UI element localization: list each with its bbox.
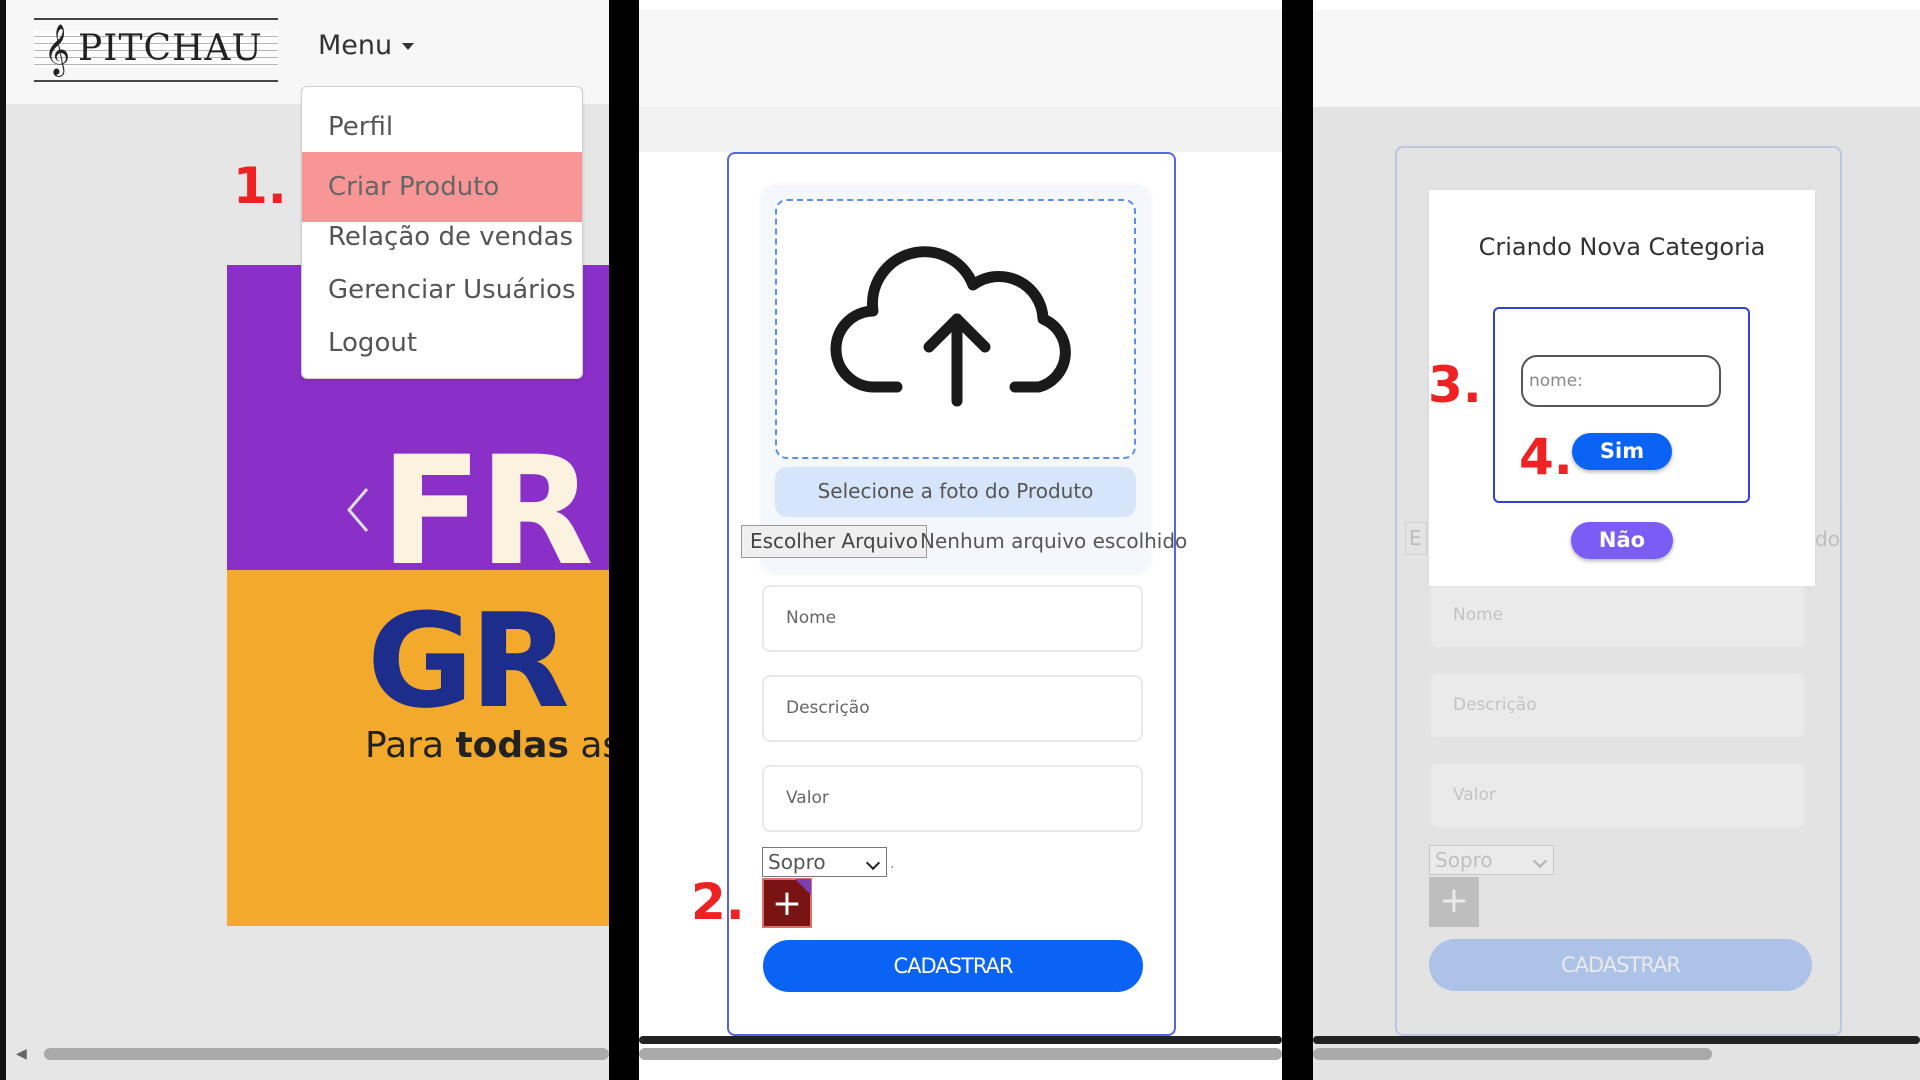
menu-label: Menu xyxy=(318,30,393,61)
menu-item-perfil[interactable]: Perfil xyxy=(302,101,582,154)
background-submit-button: CADASTRAR xyxy=(1429,939,1812,991)
background-category-select-value: Sopro xyxy=(1435,848,1493,872)
category-select-value: Sopro xyxy=(768,850,826,874)
menu-item-logout[interactable]: Logout xyxy=(302,317,582,370)
horizontal-scrollbar[interactable] xyxy=(1313,1048,1712,1060)
submit-button[interactable]: CADASTRAR xyxy=(763,940,1143,992)
period-separator: . xyxy=(890,856,895,872)
category-select[interactable]: Sopro xyxy=(762,847,887,877)
plus-icon: + xyxy=(1438,880,1470,921)
background-file-status: do xyxy=(1815,527,1840,551)
banner-subtitle: Para todas as xyxy=(365,725,609,766)
step-number-4: 4. xyxy=(1519,428,1573,486)
brand-logo-text: PITCHAU xyxy=(78,28,263,69)
price-field[interactable]: Valor xyxy=(762,765,1143,832)
step-number-2: 2. xyxy=(691,873,745,931)
file-status-text: Nenhum arquivo escolhido xyxy=(920,529,1188,553)
menu-screen-panel: 𝄞 PITCHAU Menu FR GR Para todas as Perfi… xyxy=(0,0,609,1080)
banner-subtitle-prefix: Para xyxy=(365,725,456,766)
step-number-1: 1. xyxy=(233,157,287,215)
choose-file-button[interactable]: Escolher Arquivo xyxy=(741,525,927,558)
background-choose-file-button: E xyxy=(1405,522,1427,555)
window-edge xyxy=(0,0,6,1080)
horizontal-scrollbar[interactable] xyxy=(639,1048,1282,1060)
yes-button[interactable]: Sim xyxy=(1572,433,1672,470)
no-button[interactable]: Não xyxy=(1571,522,1673,559)
page-subheader xyxy=(639,107,1282,152)
horizontal-scrollbar[interactable] xyxy=(44,1048,609,1060)
photo-dropzone[interactable] xyxy=(775,199,1136,459)
panel-bottom-border xyxy=(639,1036,1282,1044)
scroll-left-arrow-icon[interactable]: ◀ xyxy=(16,1046,36,1062)
background-description-field: Descrição xyxy=(1429,672,1806,739)
name-field[interactable]: Nome xyxy=(762,585,1143,652)
page-header xyxy=(639,10,1282,107)
chevron-down-icon xyxy=(865,855,881,871)
banner-headline-2: GR xyxy=(367,585,570,737)
banner-headline-1: FR xyxy=(380,425,594,599)
banner-subtitle-suffix: as xyxy=(580,725,609,766)
brand-logo[interactable]: 𝄞 PITCHAU xyxy=(34,18,278,82)
create-product-panel: Selecione a foto do Produto Escolher Arq… xyxy=(639,0,1282,1080)
menu-item-gerenciar-usuarios[interactable]: Gerenciar Usuários xyxy=(302,264,582,317)
background-add-category-button: + xyxy=(1429,877,1479,927)
carousel-prev-icon[interactable] xyxy=(343,485,373,535)
upload-photo-label[interactable]: Selecione a foto do Produto xyxy=(775,467,1136,517)
chevron-down-icon xyxy=(1532,853,1548,869)
background-name-field: Nome xyxy=(1429,582,1806,649)
caret-down-icon xyxy=(402,43,415,50)
step-number-3: 3. xyxy=(1428,356,1482,414)
background-category-select: Sopro xyxy=(1429,845,1554,875)
banner-subtitle-bold: todas xyxy=(455,725,569,766)
menu-dropdown: Perfil Criar Produto Relação de vendas G… xyxy=(301,86,583,379)
cloud-upload-icon xyxy=(795,203,1117,455)
corner-marker-icon xyxy=(795,879,811,895)
menu-item-relacao-de-vendas[interactable]: Relação de vendas xyxy=(302,211,582,264)
menu-dropdown-toggle[interactable]: Menu xyxy=(318,30,415,61)
modal-title: Criando Nova Categoria xyxy=(1478,233,1766,261)
background-price-field: Valor xyxy=(1429,762,1806,829)
panel-bottom-border xyxy=(1313,1036,1920,1044)
new-category-panel: E do Nome Descrição Valor Sopro + CADAST… xyxy=(1313,0,1920,1080)
treble-clef-icon: 𝄞 xyxy=(44,24,71,75)
page-header xyxy=(1313,10,1920,107)
description-field[interactable]: Descrição xyxy=(762,675,1143,742)
category-name-input[interactable]: nome: xyxy=(1521,355,1721,407)
